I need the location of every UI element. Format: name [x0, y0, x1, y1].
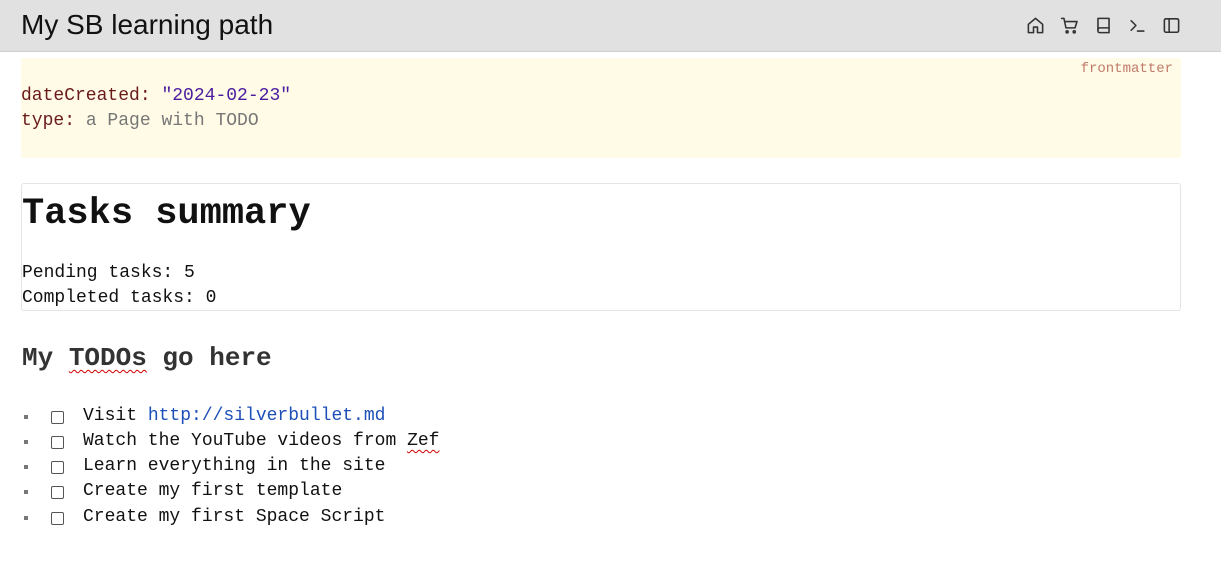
- frontmatter-date-value: "2024-02-23": [161, 86, 292, 106]
- todo-text: Learn everything in the site: [83, 456, 386, 476]
- bullet-icon: [24, 415, 28, 419]
- todo-checkbox[interactable]: [51, 411, 64, 424]
- toolbar: [1023, 13, 1183, 37]
- completed-tasks-count: Completed tasks: 0: [22, 288, 217, 308]
- todo-link[interactable]: http://silverbullet.md: [148, 406, 386, 426]
- top-bar: My SB learning path: [0, 0, 1221, 52]
- todos-heading: My TODOs go here: [22, 342, 272, 374]
- todo-item: Learn everything in the site: [0, 454, 800, 479]
- book-button[interactable]: [1091, 13, 1115, 37]
- terminal-icon: [1129, 19, 1145, 32]
- bullet-icon: [24, 465, 28, 469]
- frontmatter-date-key: dateCreated:: [21, 86, 151, 106]
- todo-item: Watch the YouTube videos from Zef: [0, 429, 800, 454]
- todo-text-prefix: Visit: [83, 406, 148, 426]
- frontmatter-label: frontmatter: [1080, 61, 1173, 77]
- todo-spellchecked-word: Zef: [407, 431, 440, 451]
- cart-button[interactable]: [1057, 13, 1081, 37]
- page-title[interactable]: My SB learning path: [21, 8, 273, 42]
- tasks-summary-title: Tasks summary: [22, 193, 311, 235]
- todo-checkbox[interactable]: [51, 436, 64, 449]
- todos-heading-spellchecked-word: TODOs: [68, 343, 147, 373]
- tasks-summary-widget: Tasks summary Pending tasks: 5 Completed…: [21, 183, 1181, 311]
- todo-text-prefix: Watch the YouTube videos from: [83, 431, 408, 451]
- todo-checkbox[interactable]: [51, 461, 64, 474]
- todo-checkbox[interactable]: [51, 512, 64, 525]
- bullet-icon: [24, 516, 28, 520]
- todo-item: Visit http://silverbullet.md: [0, 404, 800, 429]
- bullet-icon: [24, 440, 28, 444]
- todos-heading-prefix: My: [22, 343, 69, 373]
- terminal-button[interactable]: [1125, 13, 1149, 37]
- frontmatter-date-line: dateCreated: "2024-02-23": [21, 84, 291, 108]
- cart-icon: [1060, 17, 1078, 34]
- todo-text: Create my first template: [83, 481, 343, 501]
- todo-item: Create my first Space Script: [0, 505, 800, 530]
- bullet-icon: [24, 490, 28, 494]
- todo-text: Visit http://silverbullet.md: [83, 404, 385, 429]
- frontmatter-type-value: a Page with TODO: [85, 111, 259, 131]
- sidebar-toggle-button[interactable]: [1159, 13, 1183, 37]
- frontmatter-block[interactable]: frontmatter dateCreated: "2024-02-23" ty…: [21, 58, 1181, 158]
- sidebar-icon: [1163, 17, 1179, 33]
- todo-checkbox[interactable]: [51, 486, 64, 499]
- book-icon: [1096, 17, 1110, 33]
- home-icon: [1027, 17, 1043, 33]
- frontmatter-type-line: type: a Page with TODO: [21, 109, 259, 133]
- home-button[interactable]: [1023, 13, 1047, 37]
- todo-item: Create my first template: [0, 479, 800, 504]
- todo-text: Watch the YouTube videos from Zef: [83, 429, 439, 454]
- todo-text: Create my first Space Script: [83, 507, 386, 527]
- todos-heading-suffix: go here: [146, 343, 272, 373]
- pending-tasks-count: Pending tasks: 5: [22, 263, 195, 283]
- frontmatter-type-key: type:: [21, 111, 76, 131]
